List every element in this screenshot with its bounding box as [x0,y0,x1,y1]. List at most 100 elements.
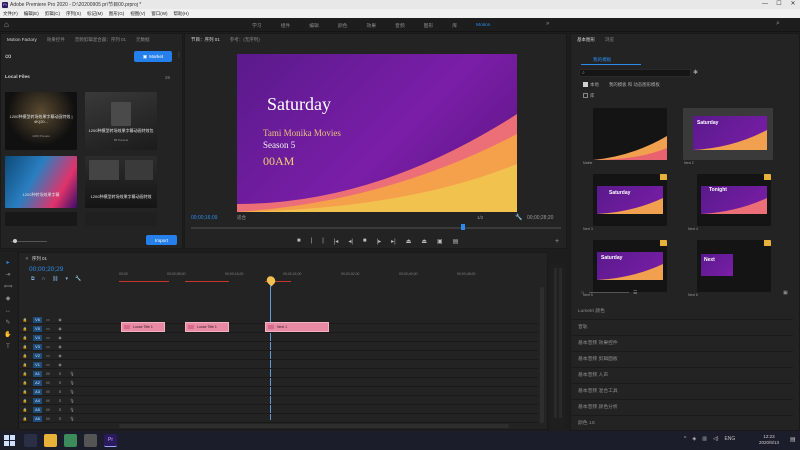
menu-graphics[interactable]: 图形(G) [109,11,125,17]
timeline-settings-icon[interactable]: 🔧 [75,276,81,282]
track-select-icon[interactable]: ⇥ [3,270,13,280]
volume-icon[interactable]: ◁) [713,436,719,442]
track-label[interactable]: A3 [33,388,42,395]
library-checkbox[interactable] [583,93,588,98]
tab-metadata[interactable]: 元数据 [136,37,150,43]
step-forward-icon[interactable]: |▸ [377,238,382,245]
track-label[interactable]: A1 [33,370,42,377]
tab-reference[interactable]: 参考：(无序列) [230,37,260,43]
track-a2[interactable]: 🔒 A2 M S 🎙 [19,378,538,387]
workspace-overflow-icon[interactable]: » [546,21,549,27]
track-sync-icon[interactable]: ▭ [42,353,54,358]
track-v1[interactable]: 🔒 V1 ▭ ◉ [19,360,538,369]
track-label[interactable]: V3 [33,343,42,350]
quality-dropdown[interactable]: 1/2 [477,215,483,220]
workspace-tab-color[interactable]: 颜色 [338,22,348,29]
section-color[interactable]: 颜色 1S [571,416,793,432]
track-label[interactable]: A4 [33,397,42,404]
premiere-taskbar-icon[interactable]: Pr [104,434,117,447]
fit-dropdown[interactable]: 适合 [237,215,246,221]
timeline-clip-1[interactable]: Loose Title 1 [121,322,165,332]
track-v4[interactable]: 🔒 V4 ▭ ◉ [19,333,538,342]
clock-app-icon[interactable] [84,434,97,447]
time-ruler[interactable]: 00;00 00;00;08;00 00;00;16;00 00;00;24;0… [119,271,539,285]
track-lock-icon[interactable]: 🔒 [19,317,31,322]
shield-icon[interactable]: ◈ [692,436,696,442]
mic-icon[interactable]: 🎙 [66,389,78,394]
timeline-timecode[interactable]: 00;00;20;29 [29,266,63,273]
track-label[interactable]: A2 [33,379,42,386]
monitor-playhead[interactable] [461,224,465,230]
template-card-6[interactable]: Next [697,240,771,292]
track-lock-icon[interactable]: 🔒 [19,389,31,394]
preset-thumb-3[interactable]: 1200种转场效果字幕 [5,156,77,208]
track-sync-icon[interactable]: ▭ [42,326,54,331]
track-eye-icon[interactable]: ◉ [54,353,66,358]
template-filter-dropdown[interactable]: 我的模板 和 动态图形模板 [609,82,660,88]
menu-marker[interactable]: 标记(M) [87,11,103,17]
template-search-input[interactable]: ⌕ [579,69,691,77]
track-eye-icon[interactable]: ◉ [54,317,66,322]
ripple-edit-icon[interactable]: ⟺ [3,282,13,292]
track-lock-icon[interactable]: 🔒 [19,371,31,376]
tab-motion-factory[interactable]: Motion Factory [7,37,37,42]
edge-icon[interactable] [24,434,37,447]
track-a1[interactable]: 🔒 A1 M S 🎙 [19,369,538,378]
menu-clip[interactable]: 剪辑(C) [45,11,60,17]
menu-help[interactable]: 帮助(H) [174,11,189,17]
track-solo-icon[interactable]: S [54,399,66,403]
track-a5[interactable]: 🔒 A5 M S 🎙 [19,405,538,414]
menu-view[interactable]: 视图(V) [130,11,145,17]
go-to-out-icon[interactable]: ▸| [391,238,396,245]
tab-effect-controls[interactable]: 效果控件 [47,37,65,43]
track-sync-icon[interactable]: ▭ [42,344,54,349]
track-sync-icon[interactable]: ▭ [42,335,54,340]
windows-start-icon[interactable] [4,435,15,446]
track-solo-icon[interactable]: S [54,390,66,394]
track-sync-icon[interactable]: ▭ [42,317,54,322]
market-button[interactable]: ▣ Market [134,51,172,62]
add-template-icon[interactable]: ▣ [783,290,788,296]
notification-icon[interactable]: ▤ [790,436,796,443]
track-lock-icon[interactable]: 🔒 [19,335,31,340]
file-explorer-icon[interactable] [44,434,57,447]
workspace-tab-learn[interactable]: 学习 [252,22,262,29]
marker-icon[interactable]: ■ [297,238,301,245]
taskbar-clock[interactable]: 12:23 2020/9/13 [752,434,786,446]
step-back-icon[interactable]: ◂| [348,238,353,245]
track-mute-icon[interactable]: M [42,408,54,412]
extract-icon[interactable]: ⏏ [421,238,427,245]
comparison-icon[interactable]: ▤ [453,238,459,245]
template-card-2[interactable]: Saturday [683,108,773,160]
workspace-tab-effects[interactable]: 效果 [366,22,376,29]
preset-thumb-4[interactable]: 1200种模型转场效果字幕动画特效 [85,156,157,208]
maximize-button[interactable]: ☐ [772,0,786,9]
track-lock-icon[interactable]: 🔒 [19,344,31,349]
timeline-vertical-scrollbar[interactable] [540,287,544,423]
play-icon[interactable]: ■ [363,238,367,245]
menu-window[interactable]: 窗口(W) [151,11,167,17]
track-eye-icon[interactable]: ◉ [54,362,66,367]
go-to-in-icon[interactable]: |◂ [334,238,339,245]
selection-tool-icon[interactable]: ▸ [3,258,13,268]
track-label[interactable]: A6 [33,415,42,422]
new-item-icon[interactable]: ✱ [693,69,698,76]
track-mute-icon[interactable]: M [42,381,54,385]
track-v2[interactable]: 🔒 V2 ▭ ◉ [19,351,538,360]
camera-icon[interactable]: ▣ [437,238,443,245]
track-lock-icon[interactable]: 🔒 [19,398,31,403]
timeline-horizontal-scrollbar[interactable] [119,424,509,428]
track-label[interactable]: V6 [33,316,42,323]
menu-edit[interactable]: 编辑(E) [24,11,39,17]
mic-icon[interactable]: 🎙 [66,416,78,421]
track-eye-icon[interactable]: ◉ [54,326,66,331]
input-lang[interactable]: ENG [724,436,735,442]
track-lock-icon[interactable]: 🔒 [19,326,31,331]
nest-icon[interactable]: ⧉ [31,276,35,282]
close-button[interactable]: ✕ [786,0,800,9]
in-point-icon[interactable]: | [311,238,313,245]
import-button[interactable]: Import [146,235,177,245]
timeline-clip-3[interactable]: Next 1 [265,322,329,332]
track-v5[interactable]: 🔒 V5 ▭ ◉ Loose Title 1 Loose Title 1 Next 1 [19,322,538,333]
menu-file[interactable]: 文件(F) [3,11,18,17]
